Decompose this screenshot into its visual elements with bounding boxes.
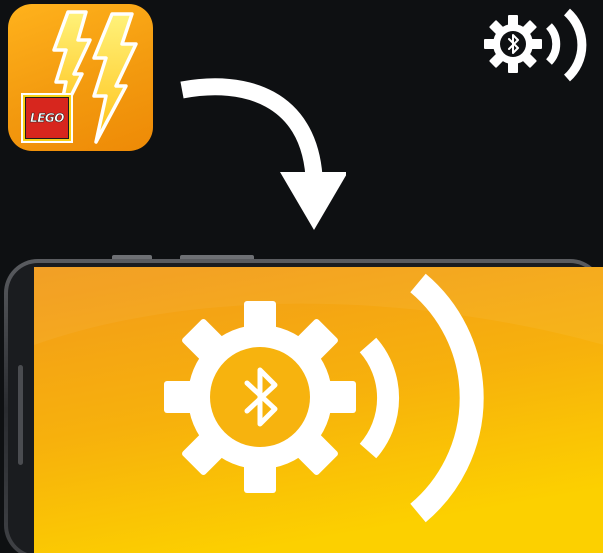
curved-arrow-down-icon — [180, 78, 346, 230]
phone-illustration — [4, 255, 603, 553]
speaker-slit — [18, 365, 23, 465]
lego-app-icon[interactable]: LEGO — [8, 4, 153, 151]
lego-logo-text: LEGO — [30, 111, 65, 126]
bluetooth-gear-icon — [164, 301, 356, 493]
lego-logo: LEGO — [21, 93, 73, 143]
instruction-illustration: LEGO — [0, 0, 603, 553]
bluetooth-gear-signal-icon — [484, 8, 587, 82]
